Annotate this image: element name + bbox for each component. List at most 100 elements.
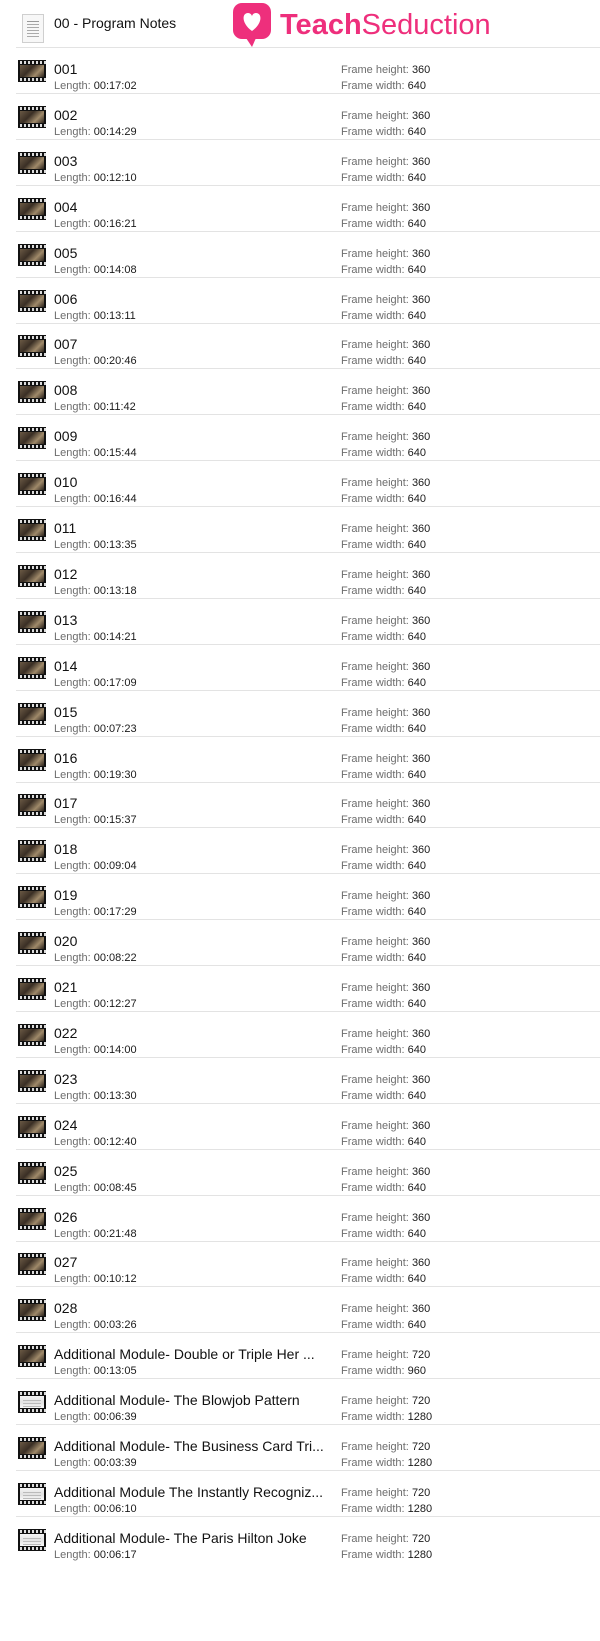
file-row[interactable]: 017 Length: 00:15:37 Frame height: 360 Fram… [16,782,600,829]
file-length: Length: 00:21:48 [54,1228,137,1241]
frame-width-label: Frame width: [341,1181,405,1194]
file-row[interactable]: Additional Module The Instantly Recogniz… [16,1471,600,1517]
file-row[interactable]: 010 Length: 00:16:44 Frame height: 360 Fram… [16,461,600,508]
file-row[interactable]: Additional Module- The Business Card Tri… [16,1425,600,1471]
frame-width-value: 640 [407,1043,426,1056]
frame-height-value: 360 [411,706,431,719]
frame-width: Frame width: 640 [341,1319,426,1332]
frame-height: Frame height: 360 [341,339,430,352]
length-value: 00:14:29 [93,125,137,138]
file-row[interactable]: 025 Length: 00:08:45 Frame height: 360 Fram… [16,1150,600,1196]
frame-width-label: Frame width: [341,584,405,597]
file-name: 003 [54,152,78,169]
frame-width-value: 1280 [407,1548,433,1561]
file-name: Additional Module- Double or Triple Her … [54,1346,315,1363]
frame-height-value: 360 [411,1257,431,1270]
file-row[interactable]: 015 Length: 00:07:23 Frame height: 360 Fram… [16,691,600,737]
file-name: Additional Module The Instantly Recogniz… [54,1483,324,1500]
file-length: Length: 00:14:00 [54,1044,137,1057]
frame-width-value: 640 [407,1089,426,1102]
brand-name-part2: Seduction [361,9,491,41]
file-row[interactable]: Additional Module- The Blowjob Pattern Le… [16,1379,600,1426]
video-thumbnail-icon [18,794,46,817]
brand-name: TeachSeduction [280,8,491,42]
file-row[interactable]: 008 Length: 00:11:42 Frame height: 360 Fram… [16,369,600,416]
frame-width: Frame width: 640 [341,218,426,231]
length-value: 00:13:05 [93,1365,137,1378]
file-row[interactable]: 024 Length: 00:12:40 Frame height: 360 Fram… [16,1104,600,1150]
file-row[interactable]: 021 Length: 00:12:27 Frame height: 360 Fram… [16,966,600,1012]
frame-width-value: 640 [407,80,426,92]
file-row[interactable]: 001 Length: 00:17:02 Frame height: 360 Fram… [16,48,600,94]
frame-height-label: Frame height: [341,752,409,765]
frame-height: Frame height: 720 [341,1441,430,1454]
file-row[interactable]: 028 Length: 00:03:26 Frame height: 360 Fram… [16,1287,600,1334]
frame-width-value: 960 [407,1365,426,1378]
frame-height-label: Frame height: [341,1165,409,1178]
video-thumbnail-icon [18,381,46,404]
file-row[interactable]: 020 Length: 00:08:22 Frame height: 360 Fram… [16,920,600,967]
file-row[interactable]: 023 Length: 00:13:30 Frame height: 360 Fram… [16,1058,600,1104]
frame-width-value: 640 [407,493,426,506]
frame-height-value: 360 [411,660,431,673]
frame-height-label: Frame height: [341,982,409,994]
frame-width-label: Frame width: [341,1319,405,1332]
frame-width-value: 640 [407,125,426,138]
file-row[interactable]: 026 Length: 00:21:48 Frame height: 360 Fram… [16,1196,600,1242]
length-label: Length: [54,1411,91,1424]
length-label: Length: [54,355,91,368]
file-name: 011 [54,520,77,536]
frame-width-label: Frame width: [341,1411,405,1424]
file-length: Length: 00:13:18 [54,585,137,598]
frame-width-label: Frame width: [341,217,405,230]
file-length: Length: 00:10:12 [54,1273,137,1286]
file-row[interactable]: 011 Length: 00:13:35 Frame height: 360 Fram… [16,507,600,553]
file-row[interactable]: 019 Length: 00:17:29 Frame height: 360 Fram… [16,874,600,921]
file-row[interactable]: 012 Length: 00:13:18 Frame height: 360 Fram… [16,553,600,599]
length-value: 00:13:35 [93,539,137,551]
frame-height: Frame height: 360 [341,1028,430,1041]
length-label: Length: [54,860,91,873]
file-name: 007 [54,336,78,353]
file-row[interactable]: Additional Module- Double or Triple Her … [16,1333,600,1380]
video-thumbnail-icon [18,1437,46,1459]
file-row[interactable]: 004 Length: 00:16:21 Frame height: 360 Fram… [16,186,600,232]
frame-height-value: 360 [411,385,431,398]
file-row[interactable]: 022 Length: 00:14:00 Frame height: 360 Fram… [16,1012,600,1058]
frame-height-value: 360 [411,1211,431,1224]
frame-width: Frame width: 1280 [341,1549,432,1562]
frame-height: Frame height: 360 [341,1074,430,1087]
file-name: 016 [54,749,78,766]
frame-width-label: Frame width: [341,1457,405,1469]
length-value: 00:14:00 [93,1043,137,1056]
frame-width: Frame width: 640 [341,355,426,368]
frame-width-label: Frame width: [341,906,405,919]
file-row[interactable]: 016 Length: 00:19:30 Frame height: 360 Fram… [16,737,600,783]
frame-height: Frame height: 360 [341,294,430,307]
length-value: 00:15:37 [93,814,137,827]
frame-width: Frame width: 640 [341,677,426,690]
file-row[interactable]: 007 Length: 00:20:46 Frame height: 360 Fram… [16,323,600,370]
frame-width-value: 640 [407,722,426,735]
file-row[interactable]: 018 Length: 00:09:04 Frame height: 360 Fram… [16,828,600,875]
file-row[interactable]: 027 Length: 00:10:12 Frame height: 360 Fram… [16,1241,600,1288]
file-row[interactable]: Additional Module- The Paris Hilton Joke… [16,1517,600,1563]
frame-width: Frame width: 640 [341,172,426,185]
file-row[interactable]: 003 Length: 00:12:10 Frame height: 360 Fram… [16,140,600,186]
length-label: Length: [54,263,91,276]
frame-height-value: 360 [411,109,431,122]
frame-width-value: 640 [407,630,426,643]
frame-width-value: 640 [407,1319,426,1332]
file-row[interactable]: 002 Length: 00:14:29 Frame height: 360 Fram… [16,94,600,140]
file-row[interactable]: 009 Length: 00:15:44 Frame height: 360 Fram… [16,415,600,462]
file-row[interactable]: 005 Length: 00:14:08 Frame height: 360 Fram… [16,232,600,278]
file-row[interactable]: 006 Length: 00:13:11 Frame height: 360 Fram… [16,278,600,324]
file-name: 027 [54,1254,78,1271]
frame-width-value: 640 [407,768,426,781]
file-length: Length: 00:14:08 [54,264,137,277]
frame-height-value: 360 [411,752,431,765]
file-row[interactable]: 013 Length: 00:14:21 Frame height: 360 Fram… [16,599,600,645]
video-thumbnail-icon [18,748,46,771]
file-row[interactable]: 014 Length: 00:17:09 Frame height: 360 Fram… [16,645,600,691]
frame-height-value: 360 [411,614,431,627]
